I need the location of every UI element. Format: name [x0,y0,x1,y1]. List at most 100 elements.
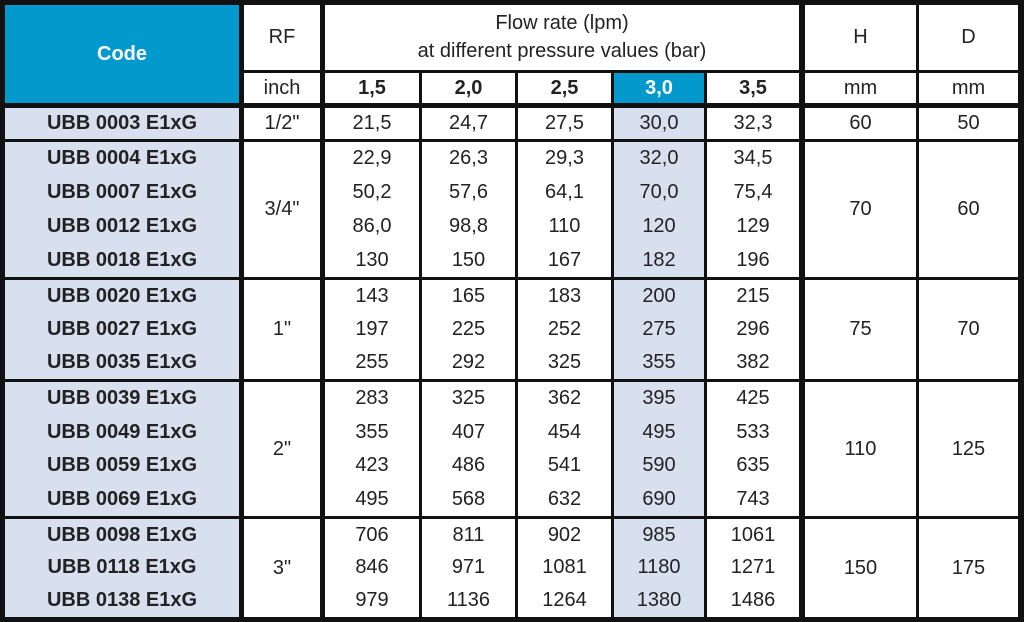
flow-value: 50,2 [352,181,392,204]
height-mm: 70 [805,142,916,277]
code-column: UBB 0004 E1xG UBB 0007 E1xG UBB 0012 E1xG U… [5,142,239,277]
product-code: UBB 0118 E1xG [47,556,197,579]
flow-value: 486 [451,454,486,477]
flow-value: 355 [355,420,389,443]
flow-value: 706 [355,523,389,546]
flow-value: 215 [736,285,770,307]
flow-value: 165 [451,285,486,307]
flow-column: 1061 1271 1486 [707,519,799,617]
product-code: UBB 0138 E1xG [46,589,198,612]
flow-value: 98,8 [449,214,488,237]
flow-column: 27,5 [518,108,611,139]
flow-value: 27,5 [545,112,584,134]
height-mm: 60 [805,108,916,139]
flow-value: 690 [642,487,676,510]
flow-column: 183 252 325 [518,280,611,379]
height-mm: 150 [805,519,916,617]
flow-value: 1180 [637,556,681,579]
flow-column: 30,0 [614,108,704,139]
flow-value: 902 [547,523,582,546]
flow-value: 130 [355,248,389,271]
flow-column: 215 296 382 [707,280,799,379]
flow-value: 196 [736,248,770,271]
product-code: UBB 0020 E1xG [46,285,198,307]
header-rf: RF [244,5,320,70]
flow-value: 150 [451,248,486,271]
flow-value: 425 [736,387,770,410]
pressure-header: 2,0 [422,73,515,103]
flow-column: 325 407 486 568 [422,382,515,516]
flow-value: 120 [642,214,676,237]
product-code: UBB 0018 E1xG [46,248,198,271]
height-mm: 110 [805,382,916,516]
flow-column: 283 355 423 495 [325,382,419,516]
header-code: Code [5,5,239,103]
flow-value: 57,6 [449,181,488,204]
product-code: UBB 0098 E1xG [46,523,198,546]
flow-column: 362 454 541 632 [518,382,611,516]
pressure-header: 3,0 [614,73,704,103]
flow-value: 423 [355,454,389,477]
flow-value: 26,3 [449,147,488,170]
pressure-header: 3,5 [707,73,799,103]
flow-value: 979 [355,589,389,612]
flow-value: 275 [642,318,676,340]
flow-value: 355 [642,351,676,373]
code-column: UBB 0020 E1xG UBB 0027 E1xG UBB 0035 E1xG [5,280,239,379]
flow-value: 541 [547,454,582,477]
diameter-mm: 60 [919,142,1018,277]
flow-column: 811 971 1136 [422,519,515,617]
flow-value: 1136 [446,589,490,612]
flow-column: 34,5 75,4 129 196 [707,142,799,277]
diameter-mm: 125 [919,382,1018,516]
flow-column: 165 225 292 [422,280,515,379]
flow-column: 24,7 [422,108,515,139]
flow-column: 21,5 [325,108,419,139]
diameter-mm: 50 [919,108,1018,139]
flow-value: 21,5 [352,112,392,134]
flow-column: 200 275 355 [614,280,704,379]
flow-column: 902 1081 1264 [518,519,611,617]
flow-value: 252 [547,318,582,340]
rf-size: 1/2" [244,108,320,139]
flow-column: 26,3 57,6 98,8 150 [422,142,515,277]
flow-column: 706 846 979 [325,519,419,617]
flow-value: 182 [642,248,676,271]
product-code: UBB 0059 E1xG [46,454,198,477]
flow-column: 143 197 255 [325,280,419,379]
flow-column: 22,9 50,2 86,0 130 [325,142,419,277]
flow-value: 143 [355,285,389,307]
flow-value: 985 [642,523,676,546]
pressure-header: 1,5 [325,73,419,103]
product-code: UBB 0069 E1xG [46,487,198,510]
flow-value: 1081 [542,556,587,579]
product-code: UBB 0039 E1xG [46,387,198,410]
flow-value: 70,0 [639,181,679,204]
flow-value: 1486 [730,589,776,612]
flow-value: 86,0 [352,214,392,237]
flow-column: 32,3 [707,108,799,139]
flow-rate-title: Flow rate (lpm) [495,11,629,34]
flow-value: 30,0 [639,112,679,134]
flow-value: 362 [547,387,582,410]
flow-value: 110 [548,214,581,237]
flow-value: 325 [451,387,486,410]
flow-column: 29,3 64,1 110 167 [518,142,611,277]
flow-value: 296 [736,318,770,340]
flow-value: 24,7 [449,112,488,134]
flow-value: 32,0 [639,147,679,170]
product-code: UBB 0049 E1xG [46,420,198,443]
product-code: UBB 0027 E1xG [46,318,198,340]
flow-value: 382 [736,351,770,373]
flow-value: 1380 [636,589,682,612]
flow-value: 75,4 [733,181,773,204]
flow-value: 454 [547,420,582,443]
code-column: UBB 0003 E1xG [5,108,239,139]
product-code: UBB 0003 E1xG [46,112,198,134]
header-d-unit: mm [919,73,1018,103]
product-code: UBB 0007 E1xG [46,181,198,204]
flow-value: 1271 [730,556,776,579]
flow-column: 32,0 70,0 120 182 [614,142,704,277]
rf-size: 3" [244,519,320,617]
flow-rate-subtitle: at different pressure values (bar) [417,40,707,63]
